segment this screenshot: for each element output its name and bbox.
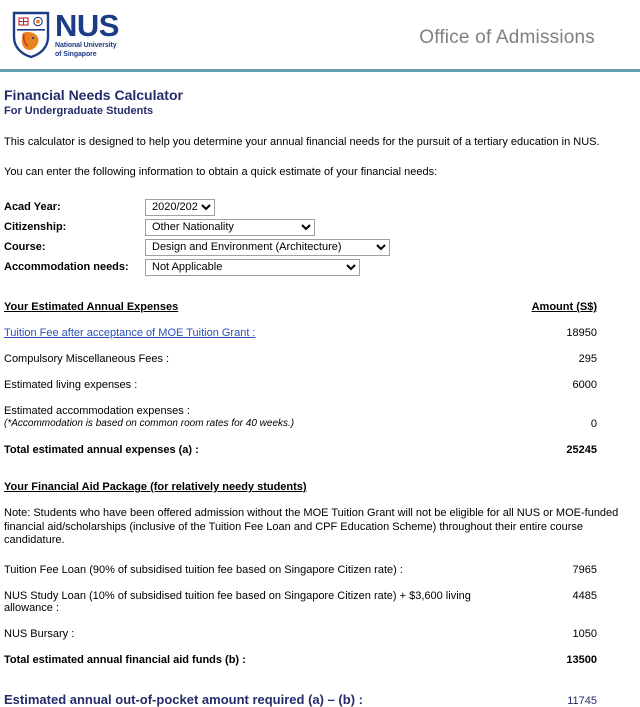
header-divider [0,69,640,72]
citizenship-select[interactable]: Other Nationality [145,218,315,236]
financial-aid-note: Note: Students who have been offered adm… [4,507,619,546]
spacer-row [4,391,636,405]
expenses-total-label: Total estimated annual expenses (a) : [4,444,199,456]
nus-wordmark: NUS National University of Singapore [55,7,119,59]
spacer-row [4,576,636,590]
table-row: Tuition Fee after acceptance of MOE Tuit… [4,327,636,339]
table-row: Estimated accommodation expenses : (*Acc… [4,405,636,430]
table-row: Compulsory Miscellaneous Fees : 295 [4,353,636,365]
out-of-pocket-label: Estimated annual out-of-pocket amount re… [4,691,363,707]
accommodation-expenses-note: (*Accommodation is based on common room … [4,418,295,429]
intro-paragraph-2: You can enter the following information … [4,166,438,178]
page-title: Financial Needs Calculator [4,87,183,103]
financial-aid-section: Your Financial Aid Package (for relative… [4,481,636,666]
table-row-total: Total estimated annual expenses (a) : 25… [4,444,636,456]
nus-logo: NUS National University of Singapore [11,7,119,59]
brand-name: NUS [55,7,119,43]
aid-total-label: Total estimated annual financial aid fun… [4,653,246,666]
intro-paragraph-1: This calculator is designed to help you … [4,136,600,148]
nus-bursary-label: NUS Bursary : [4,627,75,640]
form-row-course: Course: Design and Environment (Architec… [4,238,636,256]
nus-bursary-amount: 1050 [572,627,597,640]
acad-year-select[interactable]: 2020/2021 [145,198,215,216]
expenses-total-amount: 25245 [566,444,597,456]
tuition-fee-link[interactable]: Tuition Fee after acceptance of MOE Tuit… [4,327,256,339]
spacer-row [4,430,636,444]
accommodation-select[interactable]: Not Applicable [145,258,360,276]
nus-study-loan-label: NUS Study Loan (10% of subsidised tuitio… [4,589,471,614]
tuition-fee-loan-label: Tuition Fee Loan (90% of subsidised tuit… [4,563,403,576]
spacer-row [4,339,636,353]
financial-needs-calculator-page: NUS National University of Singapore Off… [0,0,640,707]
accommodation-expenses-amount: 0 [507,405,636,430]
financial-aid-table: Tuition Fee Loan (90% of subsidised tuit… [4,564,636,666]
financial-aid-heading: Your Financial Aid Package (for relative… [4,481,307,493]
brand-subline-1: National University [55,41,117,49]
expenses-table: Your Estimated Annual Expenses Amount (S… [4,301,636,456]
nus-crest-icon [12,11,50,58]
living-expenses-amount: 6000 [572,379,597,391]
table-row: NUS Bursary : 1050 [4,628,636,640]
table-row: NUS Study Loan (10% of subsidised tuitio… [4,590,636,614]
course-select[interactable]: Design and Environment (Architecture) [145,238,390,256]
misc-fees-label: Compulsory Miscellaneous Fees : [4,353,170,365]
office-title: Office of Admissions [419,27,595,48]
nus-study-loan-amount: 4485 [572,589,597,602]
form-row-acad-year: Acad Year: 2020/2021 [4,198,636,216]
label-acad-year: Acad Year: [4,201,61,213]
spacer-row [4,640,636,654]
table-row: Estimated living expenses : 6000 [4,379,636,391]
label-course: Course: [4,241,46,253]
table-row-total: Total estimated annual financial aid fun… [4,654,636,666]
label-citizenship: Citizenship: [4,221,67,233]
aid-total-amount: 13500 [566,653,597,666]
misc-fees-amount: 295 [578,353,597,365]
spacer-row [4,614,636,628]
calculator-form: Acad Year: 2020/2021 Citizenship: Other … [4,198,636,276]
tuition-fee-loan-amount: 7965 [572,563,597,576]
living-expenses-label: Estimated living expenses : [4,379,138,391]
out-of-pocket-amount: 11745 [567,694,597,707]
form-row-citizenship: Citizenship: Other Nationality [4,218,636,236]
expenses-amount-heading: Amount (S$) [531,301,597,313]
page-subtitle: For Undergraduate Students [4,105,154,117]
expenses-header-row: Your Estimated Annual Expenses Amount (S… [4,301,636,313]
form-row-accommodation: Accommodation needs: Not Applicable [4,258,636,276]
accommodation-expenses-label: Estimated accommodation expenses : [4,405,190,417]
table-row: Tuition Fee Loan (90% of subsidised tuit… [4,564,636,576]
page-content: Financial Needs Calculator For Undergrad… [0,87,640,707]
brand-subline-2: of Singapore [55,50,97,58]
site-header: NUS National University of Singapore Off… [0,0,640,69]
label-accommodation: Accommodation needs: [4,261,129,273]
tuition-fee-amount: 18950 [566,327,597,339]
out-of-pocket-result: Estimated annual out-of-pocket amount re… [4,692,636,707]
spacer-row [4,313,636,327]
expenses-section: Your Estimated Annual Expenses Amount (S… [4,301,636,456]
expenses-heading: Your Estimated Annual Expenses [4,301,179,313]
accommodation-amount-value: 0 [590,418,597,430]
spacer-row [4,365,636,379]
